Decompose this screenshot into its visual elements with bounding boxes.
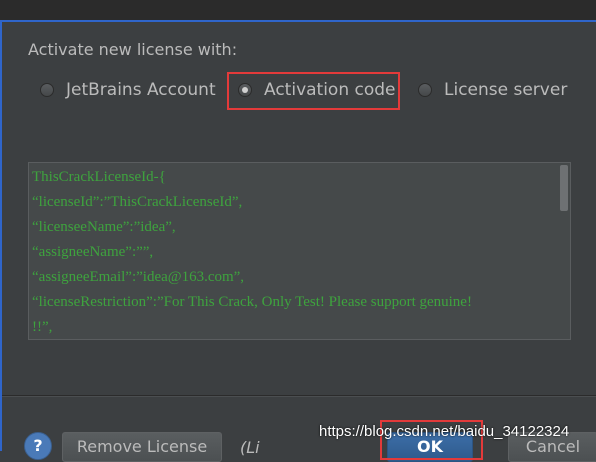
code-line: ThisCrackLicenseId-{ — [32, 169, 166, 185]
footer-divider-highlight — [2, 396, 596, 397]
radio-unselected-icon — [418, 83, 432, 97]
radio-label: Activation code — [264, 80, 396, 100]
watermark: https://blog.csdn.net/baidu_34122324 — [319, 423, 570, 440]
radio-label: License server — [444, 80, 568, 100]
scrollbar-thumb[interactable] — [560, 165, 568, 211]
remove-license-button[interactable]: Remove License — [62, 432, 222, 462]
help-button[interactable]: ? — [24, 432, 52, 460]
radio-unselected-icon — [40, 83, 54, 97]
activation-method-group: JetBrains Account Activation code Licens… — [0, 72, 596, 108]
code-line: “assigneeEmail”:”idea@163.com”, — [32, 269, 245, 285]
code-line: “licenseeName”:”idea”, — [32, 219, 176, 235]
code-line: “licenseId”:”ThisCrackLicenseId”, — [32, 194, 243, 210]
radio-label: JetBrains Account — [66, 80, 216, 100]
radio-activation-code[interactable]: Activation code — [238, 72, 396, 108]
radio-selected-icon — [238, 83, 252, 97]
radio-jetbrains-account[interactable]: JetBrains Account — [40, 72, 216, 108]
vertical-scrollbar[interactable] — [558, 163, 570, 339]
activation-code-textarea[interactable]: ThisCrackLicenseId-{ “licenseId”:”ThisCr… — [28, 162, 571, 340]
code-line: “licenseRestriction”:”For This Crack, On… — [32, 294, 472, 310]
window-title-strip — [0, 0, 596, 22]
partial-label: (Li — [240, 438, 260, 457]
code-line: !!”, — [32, 319, 53, 335]
radio-license-server[interactable]: License server — [418, 72, 567, 108]
activation-code-text: ThisCrackLicenseId-{ “licenseId”:”ThisCr… — [32, 165, 556, 339]
code-line: “assigneeName”:””, — [32, 244, 154, 260]
activate-label: Activate new license with: — [28, 40, 238, 59]
